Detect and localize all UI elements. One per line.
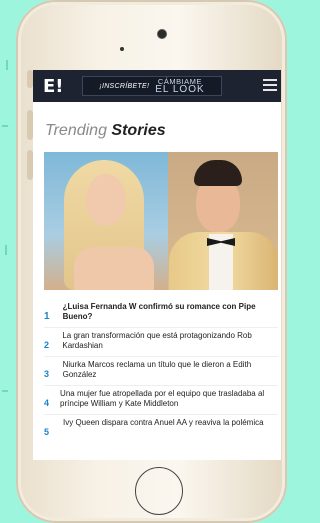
background-decoration [5, 245, 7, 255]
story-headline[interactable]: ¿Luisa Fernanda W confirmó su romance co… [63, 302, 278, 322]
story-headline[interactable]: Niurka Marcos reclama un título que le d… [63, 360, 278, 380]
story-item[interactable]: 4 Una mujer fue atropellada por el equip… [44, 386, 278, 415]
story-item[interactable]: 2 La gran transformación que está protag… [44, 328, 278, 357]
story-number: 2 [44, 340, 50, 350]
promo-title: CÁMBIAME EL LOOK [155, 78, 205, 95]
section-title-bold: Stories [111, 122, 166, 139]
background-decoration [6, 60, 8, 70]
hero-image[interactable] [44, 152, 278, 290]
background-decoration [2, 390, 8, 392]
promo-banner[interactable]: ¡INSCRÍBETE! CÁMBIAME EL LOOK [82, 76, 222, 96]
speaker-icon [120, 47, 124, 51]
phone-screen: E! ¡INSCRÍBETE! CÁMBIAME EL LOOK Trendin… [33, 70, 281, 460]
story-number: 3 [44, 369, 50, 379]
section-title-light: Trending [45, 122, 107, 139]
section-title: Trending Stories [33, 102, 281, 152]
story-headline[interactable]: Una mujer fue atropellada por el equipo … [60, 389, 278, 409]
story-headline[interactable]: La gran transformación que está protagon… [62, 331, 278, 351]
story-item[interactable]: 5 Ivy Queen dispara contra Anuel AA y re… [44, 415, 278, 442]
story-number: 1 [44, 311, 50, 322]
story-item[interactable]: 1 ¿Luisa Fernanda W confirmó su romance … [44, 296, 278, 328]
home-button[interactable] [135, 467, 183, 515]
trending-stories-list: 1 ¿Luisa Fernanda W confirmó su romance … [33, 290, 281, 442]
promo-title-line2: EL LOOK [155, 84, 205, 95]
camera-icon [158, 30, 166, 38]
story-number: 4 [44, 398, 50, 408]
story-headline[interactable]: Ivy Queen dispara contra Anuel AA y reav… [63, 418, 264, 437]
top-navigation-bar: E! ¡INSCRÍBETE! CÁMBIAME EL LOOK [33, 70, 281, 102]
story-item[interactable]: 3 Niurka Marcos reclama un título que le… [44, 357, 278, 386]
e-news-logo[interactable]: E! [43, 76, 69, 97]
promo-cta: ¡INSCRÍBETE! [99, 82, 150, 90]
hamburger-menu-icon[interactable] [263, 79, 277, 91]
story-number: 5 [44, 427, 50, 437]
background-decoration [2, 125, 8, 127]
